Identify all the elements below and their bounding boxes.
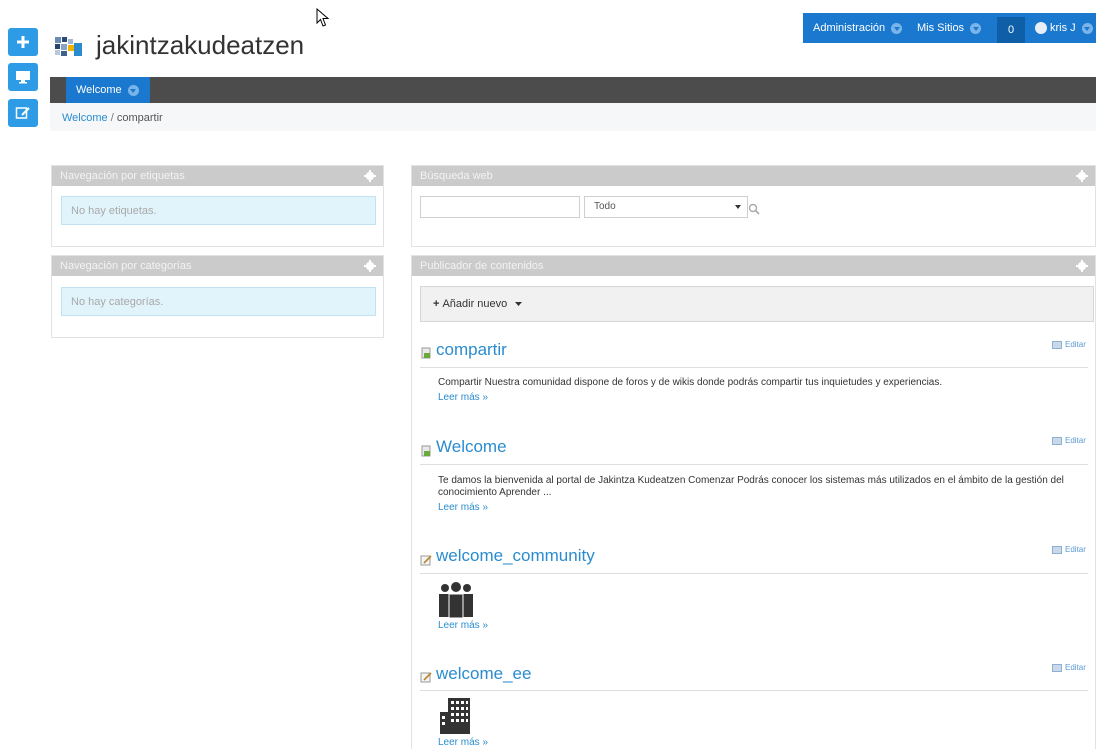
add-content-toolbar: + Añadir nuevo bbox=[420, 286, 1094, 322]
chevron-down-icon bbox=[127, 84, 139, 96]
read-more-link[interactable]: Leer más » bbox=[438, 502, 488, 513]
edit-asset-button[interactable]: Editar bbox=[1052, 663, 1086, 672]
gear-icon[interactable] bbox=[1076, 170, 1088, 182]
divider bbox=[420, 690, 1088, 691]
asset-title-link[interactable]: welcome_ee bbox=[436, 664, 531, 684]
chevron-down-icon bbox=[735, 205, 741, 209]
nav-tab-welcome[interactable]: Welcome bbox=[66, 77, 150, 103]
chevron-down-icon bbox=[970, 22, 982, 34]
no-tags-message: No hay etiquetas. bbox=[61, 196, 376, 225]
edit-page-button[interactable] bbox=[8, 99, 38, 127]
chevron-down-icon bbox=[891, 22, 903, 34]
portlet-title: Publicador de contenidos bbox=[412, 256, 1095, 276]
divider bbox=[420, 367, 1088, 368]
chevron-down-icon bbox=[1081, 22, 1093, 34]
search-scope-select[interactable]: Todo bbox=[584, 196, 748, 218]
building-icon bbox=[440, 698, 470, 734]
site-logo-icon bbox=[55, 37, 82, 56]
no-categories-message: No hay categorías. bbox=[61, 287, 376, 316]
portlet-title: Navegación por etiquetas bbox=[52, 166, 383, 186]
edit-icon bbox=[15, 107, 30, 119]
divider bbox=[420, 464, 1088, 465]
tags-navigation-portlet: Navegación por etiquetas No hay etiqueta… bbox=[51, 165, 384, 247]
caret-down-icon bbox=[515, 302, 523, 306]
avatar bbox=[1035, 22, 1047, 34]
dockbar: Administración Mis Sitios 0 kris J bbox=[803, 13, 1096, 43]
plus-icon: + bbox=[433, 298, 440, 310]
edit-asset-button[interactable]: Editar bbox=[1052, 340, 1086, 349]
plus-icon bbox=[17, 36, 29, 48]
portlet-title: Búsqueda web bbox=[412, 166, 1095, 186]
user-menu[interactable]: kris J bbox=[1035, 13, 1093, 43]
asset-summary: Compartir Nuestra comunidad dispone de f… bbox=[438, 377, 943, 388]
asset-summary: Te damos la bienvenida al portal de Jaki… bbox=[438, 475, 1064, 498]
read-more-link[interactable]: Leer más » bbox=[438, 737, 488, 748]
edit-image-icon bbox=[1052, 436, 1062, 445]
read-more-link[interactable]: Leer más » bbox=[438, 620, 488, 631]
add-button[interactable] bbox=[8, 28, 38, 56]
divider bbox=[420, 573, 1088, 574]
breadcrumb-current: compartir bbox=[116, 112, 163, 124]
edit-asset-button[interactable]: Editar bbox=[1052, 545, 1086, 554]
main-navigation: Welcome bbox=[50, 77, 1096, 103]
asset-title-link[interactable]: welcome_community bbox=[436, 546, 595, 566]
add-new-button[interactable]: + Añadir nuevo bbox=[433, 298, 523, 310]
document-edit-icon bbox=[420, 555, 432, 566]
gear-icon[interactable] bbox=[364, 170, 376, 182]
my-sites-menu[interactable]: Mis Sitios bbox=[917, 13, 982, 43]
gear-icon[interactable] bbox=[1076, 260, 1088, 272]
breadcrumb: Welcome / compartir bbox=[50, 103, 1096, 131]
gear-icon[interactable] bbox=[364, 260, 376, 272]
breadcrumb-link-welcome[interactable]: Welcome bbox=[62, 112, 108, 124]
notifications-count[interactable]: 0 bbox=[997, 17, 1025, 43]
edit-image-icon bbox=[1052, 340, 1062, 349]
site-title[interactable]: jakintzakudeatzen bbox=[96, 30, 304, 61]
search-input[interactable] bbox=[420, 196, 580, 218]
asset-title-link[interactable]: Welcome bbox=[436, 437, 507, 457]
asset-title-link[interactable]: compartir bbox=[436, 340, 507, 360]
preview-button[interactable] bbox=[8, 63, 38, 91]
document-edit-icon bbox=[420, 672, 432, 683]
web-content-icon bbox=[421, 347, 431, 359]
search-icon[interactable] bbox=[748, 203, 760, 215]
read-more-link[interactable]: Leer más » bbox=[438, 392, 488, 403]
monitor-icon bbox=[16, 71, 30, 84]
cursor-icon bbox=[316, 8, 330, 27]
edit-image-icon bbox=[1052, 545, 1062, 554]
people-icon bbox=[439, 582, 473, 618]
edit-image-icon bbox=[1052, 663, 1062, 672]
admin-menu[interactable]: Administración bbox=[813, 13, 903, 43]
web-content-icon bbox=[421, 445, 431, 457]
categories-navigation-portlet: Navegación por categorías No hay categor… bbox=[51, 255, 384, 338]
edit-asset-button[interactable]: Editar bbox=[1052, 436, 1086, 445]
portlet-title: Navegación por categorías bbox=[52, 256, 383, 276]
